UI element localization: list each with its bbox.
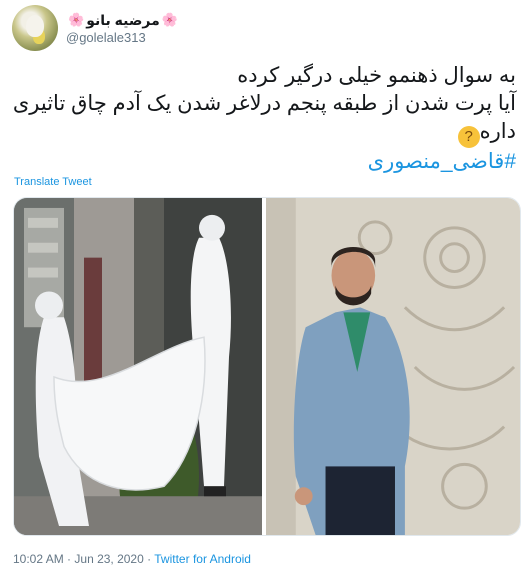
display-name[interactable]: مرضیه بانو	[86, 11, 160, 29]
user-info: 🌸 مرضیه بانو 🌸 @golelale313	[66, 11, 180, 46]
separator-dot: ·	[67, 552, 72, 566]
tweet-time[interactable]: 10:02 AM	[13, 552, 64, 566]
tweet-media[interactable]	[13, 197, 521, 536]
media-photo-left[interactable]	[14, 198, 262, 535]
tweet-metadata: 10:02 AM · Jun 23, 2020 · Twitter for An…	[13, 552, 251, 566]
media-photo-right[interactable]	[266, 198, 520, 535]
photo-man-in-blazer	[266, 198, 520, 535]
tweet-source-link[interactable]: Twitter for Android	[154, 552, 251, 566]
tweet-text-line: داره	[479, 120, 516, 143]
blossom-icon: 🌸	[68, 11, 85, 27]
translate-tweet-link[interactable]: Translate Tweet	[14, 176, 92, 188]
separator-dot: ·	[147, 552, 152, 566]
tweet-text-line: آیا پرت شدن از طبقه پنجم درلاغر شدن یک آ…	[12, 92, 516, 115]
blossom-icon: 🌸	[161, 11, 178, 27]
avatar[interactable]	[12, 5, 58, 51]
user-handle[interactable]: @golelale313	[66, 29, 180, 46]
display-name-row[interactable]: 🌸 مرضیه بانو 🌸	[66, 11, 180, 29]
thinking-face-icon: ?	[457, 126, 480, 148]
tweet-text: به سوال ذهنمو خیلی درگیر کرده آیا پرت شد…	[12, 62, 516, 176]
tweet-text-line: به سوال ذهنمو خیلی درگیر کرده	[237, 64, 516, 87]
photo-workers-carrying-sheet	[14, 198, 262, 535]
tweet-text-line-with-emoji: داره?	[14, 118, 516, 148]
tweet-date[interactable]: Jun 23, 2020	[74, 552, 143, 566]
hashtag-link[interactable]: #قاضی_منصوری	[14, 148, 516, 176]
tweet-header: 🌸 مرضیه بانو 🌸 @golelale313	[12, 5, 180, 51]
